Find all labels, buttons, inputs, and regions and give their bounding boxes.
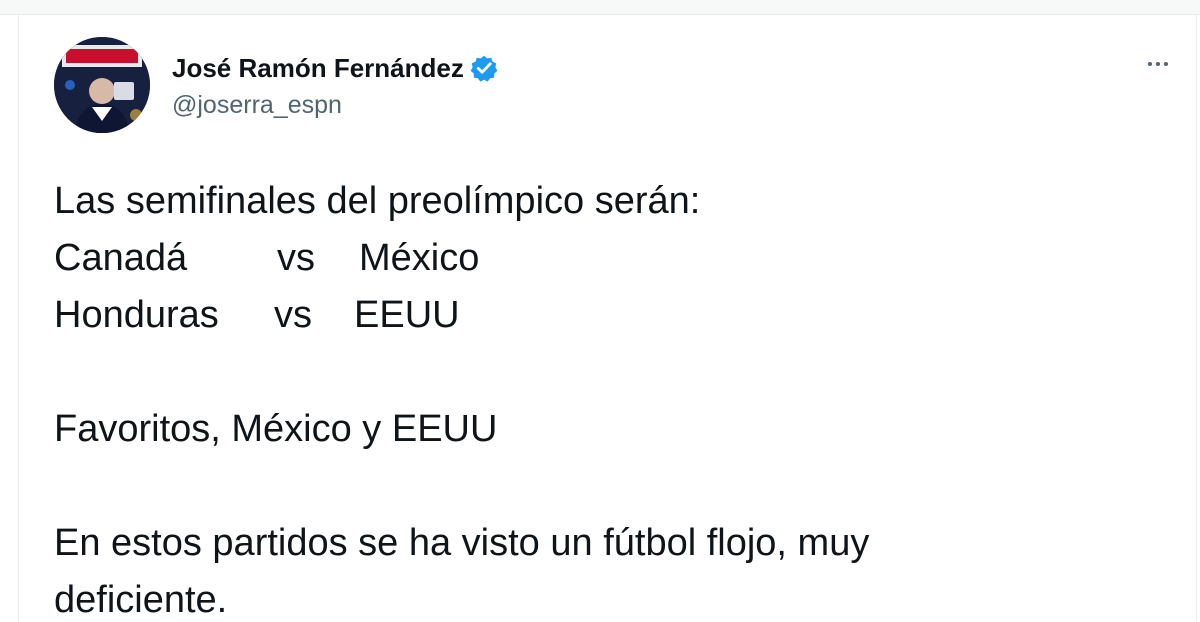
user-handle[interactable]: @joserra_espn <box>172 91 342 120</box>
author-name-row[interactable]: José Ramón Fernández <box>172 51 498 85</box>
tweet-closing-line: deficiente. <box>54 579 228 621</box>
tweet-intro: Las semifinales del preolímpico serán: <box>54 180 701 222</box>
match-away: EEUU <box>354 294 460 336</box>
match-home: Canadá <box>54 237 188 279</box>
tweet-favorites: Favoritos, México y EEUU <box>54 408 498 450</box>
tweet-closing-line: En estos partidos se ha visto un fútbol … <box>54 522 870 564</box>
match-row: Canadá vs México <box>54 230 1174 287</box>
match-vs: vs <box>277 237 315 279</box>
card-right-border <box>1196 15 1197 622</box>
top-divider <box>0 0 1200 15</box>
match-row: Honduras vs EEUU <box>54 287 1174 344</box>
display-name[interactable]: José Ramón Fernández <box>172 53 464 84</box>
match-away: México <box>359 237 480 279</box>
match-vs: vs <box>274 294 312 336</box>
tweet-card: José Ramón Fernández @joserra_espn Las s… <box>0 0 1200 622</box>
card-left-border <box>18 15 19 622</box>
tweet-text: Las semifinales del preolímpico serán: C… <box>54 173 1174 622</box>
more-options-icon[interactable] <box>1136 54 1180 74</box>
profile-photo-icon[interactable] <box>54 37 150 133</box>
verified-badge-icon <box>470 54 498 82</box>
match-home: Honduras <box>54 294 219 336</box>
